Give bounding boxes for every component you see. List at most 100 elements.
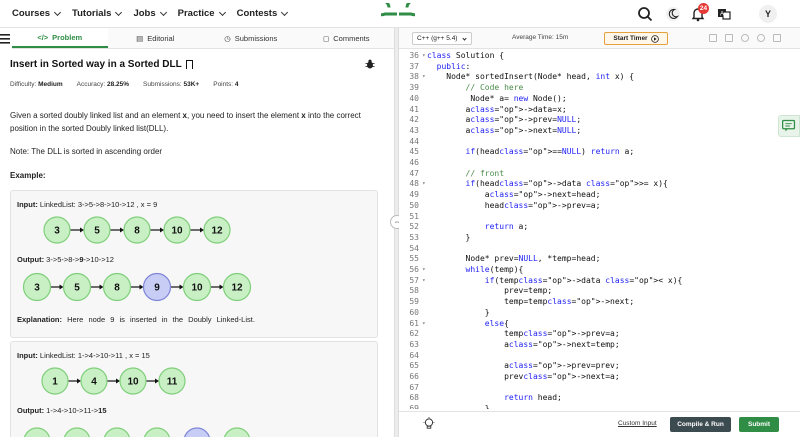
output-label: Output: [17, 406, 45, 415]
expand-icon[interactable] [773, 34, 781, 42]
gfg-logo-icon[interactable] [381, 3, 415, 25]
code-line[interactable]: 44 [399, 137, 770, 148]
copy-icon[interactable] [709, 34, 717, 42]
custom-input-link[interactable]: Custom Input [618, 420, 657, 427]
code-line[interactable]: 56 ▾ while(temp){ [399, 265, 770, 276]
compile-run-button[interactable]: Compile & Run [670, 417, 731, 432]
bug-report-icon[interactable] [365, 59, 375, 69]
bookmark-icon[interactable] [185, 60, 193, 69]
code-line[interactable]: 65 aclass="op">->prev=prev; [399, 361, 770, 372]
tab-editorial[interactable]: ▤ Editorial [108, 28, 204, 48]
tab-comments[interactable]: ◻ Comments [299, 28, 395, 48]
code-text: else{ [484, 318, 509, 328]
code-line[interactable]: 49 aclass="op">->next=head; [399, 190, 770, 201]
code-line[interactable]: 55 Node* prev=NULL, *temp=head; [399, 254, 770, 265]
fold-arrow-icon[interactable]: ▾ [422, 265, 426, 276]
tab-submissions-label: Submissions [234, 33, 278, 43]
code-line[interactable]: 39 // Code here [399, 83, 770, 94]
fold-arrow-icon[interactable]: ▾ [422, 72, 426, 83]
line-number: 62 [409, 329, 419, 339]
user-avatar[interactable]: Y [759, 5, 777, 23]
code-line[interactable]: 62 tempclass="op">->prev=a; [399, 329, 770, 340]
language-select[interactable]: C++ (g++ 5.4) [412, 32, 472, 45]
code-line[interactable]: 68 return head; [399, 393, 770, 404]
code-line[interactable]: 64 [399, 351, 770, 362]
output-text: 1->4->10->11-> [44, 406, 99, 415]
code-line[interactable]: 54 [399, 244, 770, 255]
reset-icon[interactable] [757, 34, 765, 42]
line-number: 61 [409, 318, 419, 328]
code-text: Node* a= new Node(); [427, 93, 567, 103]
settings-gear-icon[interactable] [741, 34, 749, 42]
fold-arrow-icon[interactable]: ▾ [422, 51, 426, 62]
code-line[interactable]: 37 public: [399, 62, 770, 73]
average-time: Average Time: 15m [512, 34, 569, 41]
fold-arrow-icon[interactable]: ▾ [422, 276, 426, 287]
code-text: aclass="op">->next=temp; [427, 339, 620, 349]
input-text: LinkedList: 1->4->10->11 , x = 15 [37, 351, 150, 360]
dark-mode-moon-icon[interactable] [665, 6, 681, 22]
code-line[interactable]: 61 ▾ else{ [399, 319, 770, 330]
play-icon [650, 34, 659, 43]
editorial-icon: ▤ [136, 33, 144, 43]
translate-icon[interactable]: A [716, 6, 732, 22]
fullscreen-icon[interactable] [725, 34, 733, 42]
code-line[interactable]: 36 ▾ class Solution { [399, 51, 770, 62]
tab-submissions[interactable]: ◷ Submissions [203, 28, 299, 48]
line-number: 52 [409, 222, 419, 232]
code-line[interactable]: 53 } [399, 233, 770, 244]
code-line[interactable]: 63 aclass="op">->next=temp; [399, 340, 770, 351]
chevron-down-icon [218, 8, 226, 16]
line-number: 48 [409, 179, 419, 189]
tab-problem[interactable]: </> Problem [12, 28, 108, 48]
code-line[interactable]: 57 ▾ if(tempclass="op">->data class="op">… [399, 276, 770, 287]
line-number: 56 [409, 265, 419, 274]
code-line[interactable]: 42 aclass="op">->prev=NULL; [399, 115, 770, 126]
code-line[interactable]: 43 aclass="op">->next=NULL; [399, 126, 770, 137]
line-number: 59 [409, 297, 419, 307]
code-line[interactable]: 50 headclass="op">->prev=a; [399, 201, 770, 212]
nav-courses-label: Courses [12, 8, 51, 19]
submit-button[interactable]: Submit [739, 417, 779, 432]
nav-courses[interactable]: Courses [12, 8, 62, 19]
line-number: 55 [409, 254, 419, 264]
start-timer-button[interactable]: Start Timer [604, 32, 668, 45]
code-line[interactable]: 52 return a; [399, 222, 770, 233]
code-line[interactable]: 41 aclass="op">->data=x; [399, 105, 770, 116]
lightbulb-hint-icon[interactable] [423, 417, 435, 431]
code-line[interactable]: 46 [399, 158, 770, 169]
code-line[interactable]: 69 } [399, 404, 770, 409]
code-line[interactable]: 40 Node* a= new Node(); [399, 94, 770, 105]
code-editor[interactable]: 36 ▾ class Solution {37 public: 38 ▾ Node* s… [399, 49, 770, 409]
chat-icon[interactable] [778, 115, 800, 137]
nav-tutorials[interactable]: Tutorials [72, 8, 123, 19]
list-node [24, 427, 50, 437]
hamburger-menu-icon[interactable] [0, 33, 12, 45]
code-line[interactable]: 51 [399, 212, 770, 223]
notification-badge: 24 [698, 3, 709, 14]
code-text: aclass="op">->next=head; [427, 190, 601, 200]
accuracy-meta: Accuracy: 28.25% [77, 81, 129, 88]
code-line[interactable]: 67 [399, 383, 770, 394]
line-number: 39 [409, 83, 419, 93]
accuracy-value: 28.25% [106, 81, 130, 88]
nav-jobs[interactable]: Jobs [133, 8, 167, 19]
code-line[interactable]: 58 prev=temp; [399, 286, 770, 297]
search-icon[interactable] [637, 6, 653, 22]
code-line[interactable]: 66 prevclass="op">->next=a; [399, 372, 770, 383]
code-line[interactable]: 60 } [399, 308, 770, 319]
editor-scroll-gutter [770, 49, 800, 409]
code-line[interactable]: 59 temp=tempclass="op">->next; [399, 297, 770, 308]
fold-arrow-icon[interactable]: ▾ [422, 319, 426, 330]
nav-contests[interactable]: Contests [237, 8, 289, 19]
code-line[interactable]: 48 ▾ if(headclass="op">->data class="op">… [399, 179, 770, 190]
line-number: 67 [409, 382, 419, 392]
nav-practice[interactable]: Practice [178, 8, 226, 19]
fold-arrow-icon[interactable]: ▾ [422, 179, 426, 190]
line-number: 69 [409, 404, 419, 409]
code-line[interactable]: 47 // front [399, 169, 770, 180]
code-line[interactable]: 45 if(headclass="op">==NULL) return a; [399, 147, 770, 158]
code-line[interactable]: 38 ▾ Node* sortedInsert(Node* head, int x… [399, 72, 770, 83]
code-text: } [427, 404, 490, 409]
problem-title-text: Insert in Sorted way in a Sorted DLL [10, 59, 182, 70]
